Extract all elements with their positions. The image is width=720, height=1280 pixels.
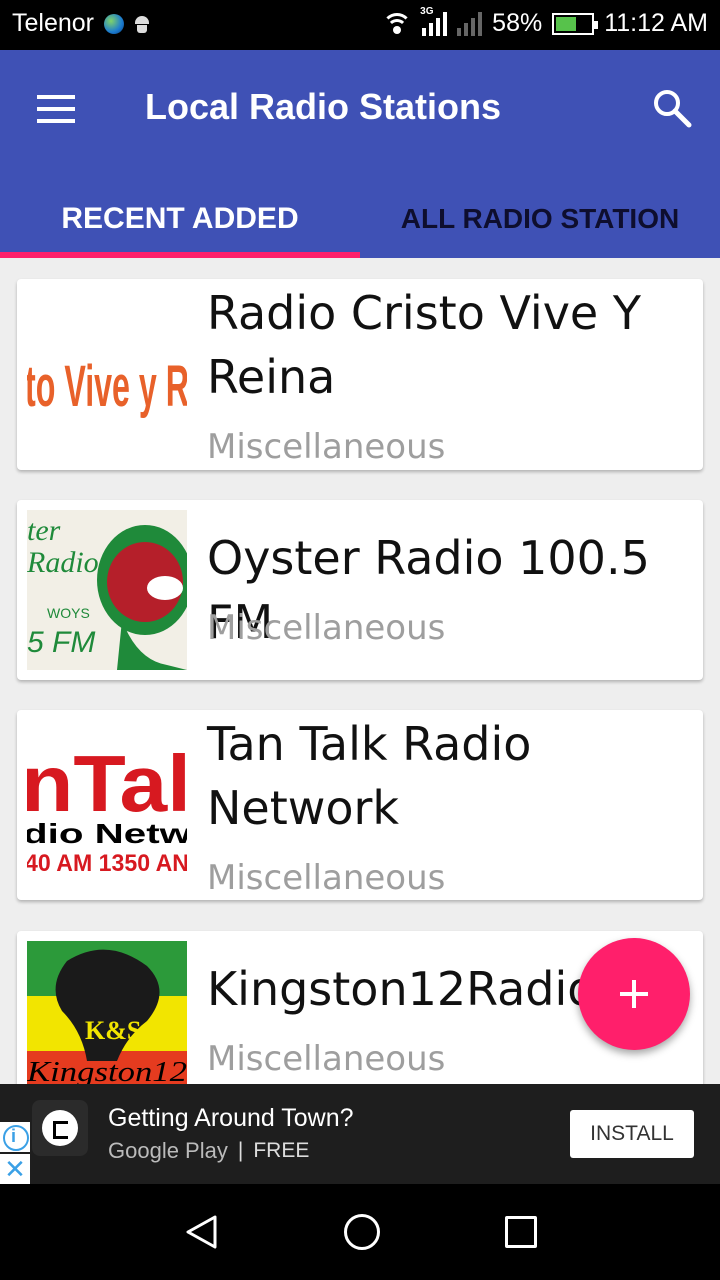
ad-divider: | bbox=[237, 1139, 244, 1162]
logo-text: Radio bbox=[27, 546, 99, 579]
station-category: Miscellaneous bbox=[207, 427, 446, 467]
logo-text: Kingston12 bbox=[27, 1057, 187, 1084]
android-icon bbox=[134, 14, 150, 34]
ad-app-logo bbox=[32, 1100, 88, 1156]
navigation-bar bbox=[0, 1184, 720, 1280]
signal-sim2-icon bbox=[457, 11, 483, 36]
ad-install-button[interactable]: INSTALL bbox=[570, 1110, 694, 1158]
station-card[interactable]: to Vive y R Radio Cristo Vive Y Reina Mi… bbox=[17, 279, 703, 470]
station-category: Miscellaneous bbox=[207, 858, 446, 898]
logo-text: dio Netw bbox=[27, 818, 187, 849]
station-name-line: Tan Talk Radio bbox=[207, 717, 532, 771]
logo-text: ter bbox=[27, 514, 61, 547]
ad-price: FREE bbox=[253, 1139, 310, 1162]
signal-icon: 3G bbox=[420, 6, 448, 36]
back-icon[interactable] bbox=[184, 1214, 218, 1250]
ad-subline: Google Play | FREE bbox=[108, 1138, 309, 1164]
globe-icon bbox=[104, 13, 124, 34]
home-icon[interactable] bbox=[344, 1214, 380, 1250]
station-name-line: Network bbox=[207, 781, 400, 835]
station-name-line: Radio Cristo Vive Y bbox=[207, 286, 641, 340]
ad-store-name: Google Play bbox=[108, 1138, 228, 1163]
battery-icon bbox=[552, 12, 599, 35]
station-card[interactable]: ter Radio WOYS 5 FM Oyster Radio 100.5 F… bbox=[17, 500, 703, 680]
status-left: Telenor bbox=[12, 9, 150, 38]
logo-text: 5 FM bbox=[27, 626, 95, 659]
tab-all-radio-station[interactable]: ALL RADIO STATION bbox=[360, 180, 720, 258]
station-logo: to Vive y R bbox=[27, 294, 187, 454]
network-type-label: 3G bbox=[420, 5, 434, 17]
station-name: Tan Talk Radio Network bbox=[207, 712, 531, 840]
station-name: Kingston12Radio bbox=[207, 957, 595, 1021]
tab-recent-added[interactable]: RECENT ADDED bbox=[0, 180, 360, 258]
carrier-name: Telenor bbox=[12, 9, 94, 37]
station-name-line: Kingston12Radio bbox=[207, 962, 596, 1016]
logo-text: WOYS bbox=[47, 605, 90, 621]
ad-info-icon[interactable] bbox=[0, 1122, 30, 1152]
station-logo: K&S Kingston12 bbox=[27, 941, 187, 1084]
app-title: Local Radio Stations bbox=[145, 86, 502, 127]
add-station-fab-button[interactable] bbox=[578, 938, 690, 1050]
clock: 11:12 AM bbox=[604, 9, 708, 37]
app-bar: Local Radio Stations RECENT ADDED ALL RA… bbox=[0, 50, 720, 258]
station-logo: ter Radio WOYS 5 FM bbox=[27, 510, 187, 670]
station-category: Miscellaneous bbox=[207, 1039, 446, 1079]
tab-bar: RECENT ADDED ALL RADIO STATION bbox=[0, 180, 720, 258]
station-card[interactable]: nTal dio Netw 40 AM 1350 AN Tan Talk Rad… bbox=[17, 710, 703, 900]
search-icon[interactable] bbox=[652, 88, 692, 128]
wifi-icon bbox=[382, 12, 413, 35]
logo-text: to Vive y R bbox=[27, 354, 187, 419]
station-name-line: Reina bbox=[207, 350, 336, 404]
ad-banner[interactable]: ✕ Getting Around Town? Google Play | FRE… bbox=[0, 1084, 720, 1184]
station-category: Miscellaneous bbox=[207, 608, 446, 648]
hamburger-menu-icon[interactable] bbox=[37, 95, 75, 123]
battery-percent: 58% bbox=[492, 9, 543, 37]
ad-headline: Getting Around Town? bbox=[108, 1104, 354, 1132]
station-name: Radio Cristo Vive Y Reina bbox=[207, 281, 641, 409]
ad-close-icon[interactable]: ✕ bbox=[0, 1154, 30, 1184]
logo-text: K&S bbox=[85, 1016, 141, 1045]
station-logo: nTal dio Netw 40 AM 1350 AN bbox=[27, 725, 187, 885]
status-right: 3G 58% 11:12 AM bbox=[382, 6, 708, 38]
logo-text: 40 AM 1350 AN bbox=[27, 850, 187, 877]
status-bar: Telenor 3G 58% 11:12 AM bbox=[0, 0, 720, 50]
logo-text: nTal bbox=[27, 739, 187, 828]
recent-apps-icon[interactable] bbox=[505, 1216, 537, 1248]
